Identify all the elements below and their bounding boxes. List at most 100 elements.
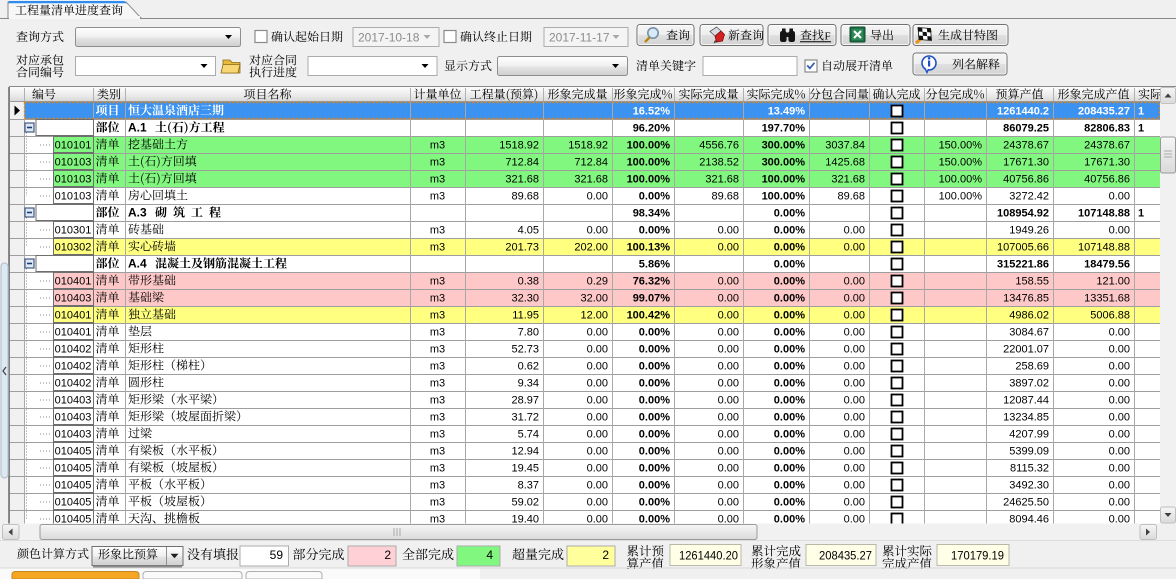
svg-text:107148.88: 107148.88 — [1078, 208, 1130, 220]
svg-text:3084.67: 3084.67 — [1009, 327, 1049, 339]
svg-text:010405: 010405 — [55, 480, 92, 492]
svg-text:0.00%: 0.00% — [774, 276, 805, 288]
svg-text:0.00: 0.00 — [718, 446, 739, 458]
svg-text:76.32%: 76.32% — [633, 276, 671, 288]
svg-text:2138.52: 2138.52 — [699, 157, 739, 169]
svg-text:0.00: 0.00 — [718, 463, 739, 475]
svg-text:0.00: 0.00 — [718, 395, 739, 407]
svg-text:1425.68: 1425.68 — [825, 157, 865, 169]
svg-text:0.00%: 0.00% — [774, 293, 805, 305]
svg-text:0.00: 0.00 — [718, 361, 739, 373]
svg-text:0.00%: 0.00% — [774, 259, 805, 271]
svg-text:1518.92: 1518.92 — [568, 140, 608, 152]
svg-text:24625.50: 24625.50 — [1003, 497, 1049, 509]
svg-text:0.00: 0.00 — [1109, 378, 1130, 390]
svg-text:1: 1 — [1138, 208, 1144, 220]
svg-text:0.00%: 0.00% — [774, 242, 805, 254]
svg-text:0.00: 0.00 — [587, 191, 608, 203]
svg-text:3897.02: 3897.02 — [1009, 378, 1049, 390]
svg-text:0.00: 0.00 — [844, 497, 865, 509]
svg-text:0.00: 0.00 — [587, 497, 608, 509]
svg-text:8115.32: 8115.32 — [1010, 463, 1049, 475]
svg-text:010403: 010403 — [55, 429, 92, 441]
svg-text:010302: 010302 — [55, 242, 92, 254]
svg-text:258.69: 258.69 — [1015, 361, 1049, 373]
svg-text:0.00%: 0.00% — [774, 225, 805, 237]
svg-text:5006.88: 5006.88 — [1090, 310, 1130, 322]
svg-text:0.00: 0.00 — [1109, 429, 1130, 441]
svg-text:010402: 010402 — [55, 361, 92, 373]
svg-text:98.34%: 98.34% — [633, 208, 671, 220]
svg-text:40756.86: 40756.86 — [1084, 174, 1130, 186]
svg-text:m3: m3 — [430, 463, 445, 475]
svg-text:100.00%: 100.00% — [627, 140, 671, 152]
svg-text:1261440.20: 1261440.20 — [679, 549, 738, 563]
svg-text:59: 59 — [270, 548, 284, 562]
svg-text:1518.92: 1518.92 — [499, 140, 539, 152]
svg-text:0.00: 0.00 — [718, 327, 739, 339]
svg-text:2017-10-18: 2017-10-18 — [358, 31, 420, 45]
svg-text:m3: m3 — [430, 412, 445, 424]
svg-text:0.00: 0.00 — [718, 480, 739, 492]
svg-text:100.00%: 100.00% — [939, 174, 983, 186]
svg-text:52.73: 52.73 — [511, 344, 539, 356]
svg-text:0.00%: 0.00% — [639, 361, 670, 373]
svg-text:18479.56: 18479.56 — [1084, 259, 1130, 271]
svg-text:24378.67: 24378.67 — [1084, 140, 1130, 152]
svg-text:0.00: 0.00 — [844, 327, 865, 339]
svg-text:0.00: 0.00 — [1109, 361, 1130, 373]
svg-text:A.1: A.1 — [128, 121, 147, 135]
svg-text:300.00%: 300.00% — [762, 140, 806, 152]
svg-text:0.00%: 0.00% — [774, 208, 805, 220]
svg-text:0.00: 0.00 — [587, 446, 608, 458]
svg-text:0.00: 0.00 — [587, 361, 608, 373]
svg-text:0.00: 0.00 — [718, 344, 739, 356]
svg-text:0.00: 0.00 — [844, 310, 865, 322]
svg-text:0.00%: 0.00% — [774, 327, 805, 339]
svg-text:010103: 010103 — [55, 191, 92, 203]
svg-text:13476.85: 13476.85 — [1003, 293, 1049, 305]
svg-text:107148.88: 107148.88 — [1078, 242, 1130, 254]
svg-text:010401: 010401 — [55, 310, 92, 322]
svg-text:0.00: 0.00 — [1109, 344, 1130, 356]
svg-text:121.00: 121.00 — [1096, 276, 1130, 288]
svg-text:010401: 010401 — [55, 327, 92, 339]
svg-text:0.00: 0.00 — [718, 225, 739, 237]
svg-text:0.00: 0.00 — [844, 446, 865, 458]
svg-text:12.94: 12.94 — [511, 446, 539, 458]
svg-text:m3: m3 — [430, 191, 445, 203]
svg-text:12087.44: 12087.44 — [1003, 395, 1049, 407]
svg-text:2: 2 — [602, 548, 609, 562]
svg-text:0.00%: 0.00% — [774, 412, 805, 424]
svg-text:010403: 010403 — [55, 293, 92, 305]
svg-text:1949.26: 1949.26 — [1009, 225, 1049, 237]
svg-text:99.07%: 99.07% — [633, 293, 671, 305]
svg-text:32.30: 32.30 — [511, 293, 539, 305]
svg-text:0.00: 0.00 — [587, 225, 608, 237]
svg-text:13.49%: 13.49% — [768, 106, 806, 118]
svg-text:m3: m3 — [430, 429, 445, 441]
svg-text:m3: m3 — [430, 497, 445, 509]
svg-text:0.00: 0.00 — [718, 378, 739, 390]
svg-text:13351.68: 13351.68 — [1084, 293, 1130, 305]
svg-text:0.00%: 0.00% — [639, 480, 670, 492]
svg-text:m3: m3 — [430, 361, 445, 373]
svg-text:010405: 010405 — [55, 497, 92, 509]
svg-text:010103: 010103 — [55, 174, 92, 186]
svg-text:0.00: 0.00 — [1109, 412, 1130, 424]
svg-text:4.05: 4.05 — [518, 225, 539, 237]
svg-text:0.00: 0.00 — [587, 378, 608, 390]
svg-text:0.62: 0.62 — [518, 361, 539, 373]
svg-text:16.52%: 16.52% — [633, 106, 671, 118]
svg-text:201.73: 201.73 — [505, 242, 539, 254]
svg-text:0.00: 0.00 — [587, 327, 608, 339]
svg-text:0.00: 0.00 — [587, 412, 608, 424]
svg-text:0.00%: 0.00% — [774, 497, 805, 509]
svg-text:010405: 010405 — [55, 446, 92, 458]
svg-text:0.00: 0.00 — [1109, 497, 1130, 509]
svg-text:300.00%: 300.00% — [762, 157, 806, 169]
svg-text:0.00: 0.00 — [587, 395, 608, 407]
svg-text:100.00%: 100.00% — [939, 191, 983, 203]
svg-text:32.00: 32.00 — [580, 293, 608, 305]
svg-text:712.84: 712.84 — [505, 157, 539, 169]
